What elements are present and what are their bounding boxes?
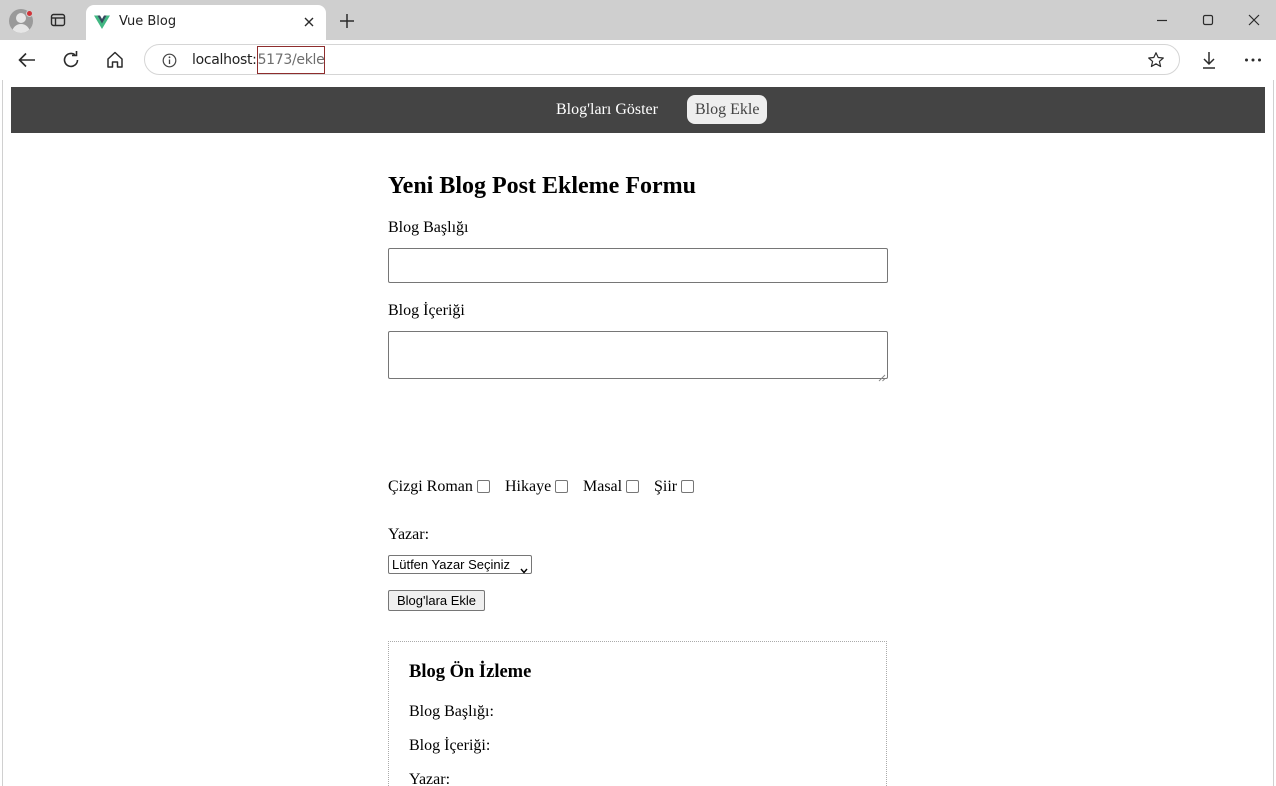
category-story-label: Hikaye <box>505 478 552 495</box>
page-viewport: Blog'ları Göster Blog Ekle Yeni Blog Pos… <box>3 80 1273 786</box>
plus-icon[interactable] <box>338 12 356 30</box>
tab-strip: Vue Blog <box>0 0 1276 40</box>
preview-blog-title: Blog Başlığı: <box>409 703 494 720</box>
category-comic-checkbox[interactable] <box>477 480 490 493</box>
preview-title: Blog Ön İzleme <box>409 662 532 682</box>
url-path: 5173/ekle <box>256 46 326 74</box>
blog-preview-panel: Blog Ön İzleme Blog Başlığı: Blog İçeriğ… <box>388 641 887 786</box>
page-title: Yeni Blog Post Ekleme Formu <box>388 173 696 199</box>
resize-grip-icon[interactable] <box>878 369 886 382</box>
chevron-down-icon <box>520 561 528 574</box>
info-icon[interactable] <box>162 53 177 68</box>
nav-link-show-blogs[interactable]: Blog'ları Göster <box>548 95 666 124</box>
maximize-icon[interactable] <box>1200 12 1216 28</box>
preview-blog-content: Blog İçeriği: <box>409 737 491 754</box>
close-icon[interactable] <box>302 15 316 29</box>
category-story-checkbox[interactable] <box>555 480 568 493</box>
category-comic-label: Çizgi Roman <box>388 478 473 495</box>
reload-icon[interactable] <box>60 49 82 71</box>
category-poem-checkbox[interactable] <box>681 480 694 493</box>
category-poem-label: Şiir <box>654 478 678 495</box>
nav-link-add-blog[interactable]: Blog Ekle <box>687 95 768 124</box>
profile-notification-dot <box>26 10 33 17</box>
author-label: Yazar: <box>388 526 430 543</box>
browser-toolbar: localhost:5173/ekle <box>0 40 1276 80</box>
download-icon[interactable] <box>1198 49 1220 71</box>
favorite-star-icon[interactable] <box>1147 51 1165 69</box>
back-icon[interactable] <box>16 49 38 71</box>
close-window-icon[interactable] <box>1246 12 1262 28</box>
more-icon[interactable] <box>1242 49 1264 71</box>
blog-content-textarea[interactable] <box>388 331 888 382</box>
tab-title: Vue Blog <box>119 14 177 29</box>
category-fairytale-label: Masal <box>583 478 623 495</box>
browser-tab[interactable]: Vue Blog <box>86 5 326 40</box>
workspaces-icon[interactable] <box>50 12 66 28</box>
url-host: localhost: <box>192 52 257 68</box>
minimize-icon[interactable] <box>1154 12 1170 28</box>
site-nav: Blog'ları Göster Blog Ekle <box>11 87 1265 133</box>
author-select[interactable]: Lütfen Yazar Seçiniz <box>388 555 532 574</box>
submit-blog-button[interactable]: Blog'lara Ekle <box>388 590 485 611</box>
viewport-border-right <box>1273 80 1274 786</box>
home-icon[interactable] <box>104 49 126 71</box>
url-text[interactable]: localhost:5173/ekle <box>192 46 326 74</box>
vue-logo-icon <box>94 14 110 30</box>
blog-content-label: Blog İçeriği <box>388 302 465 319</box>
address-bar[interactable]: localhost:5173/ekle <box>144 44 1180 75</box>
preview-author: Yazar: <box>409 771 451 786</box>
category-fairytale-checkbox[interactable] <box>626 480 639 493</box>
author-select-value: Lütfen Yazar Seçiniz <box>392 557 511 572</box>
blog-title-label: Blog Başlığı <box>388 219 469 236</box>
blog-title-input[interactable] <box>388 248 888 283</box>
